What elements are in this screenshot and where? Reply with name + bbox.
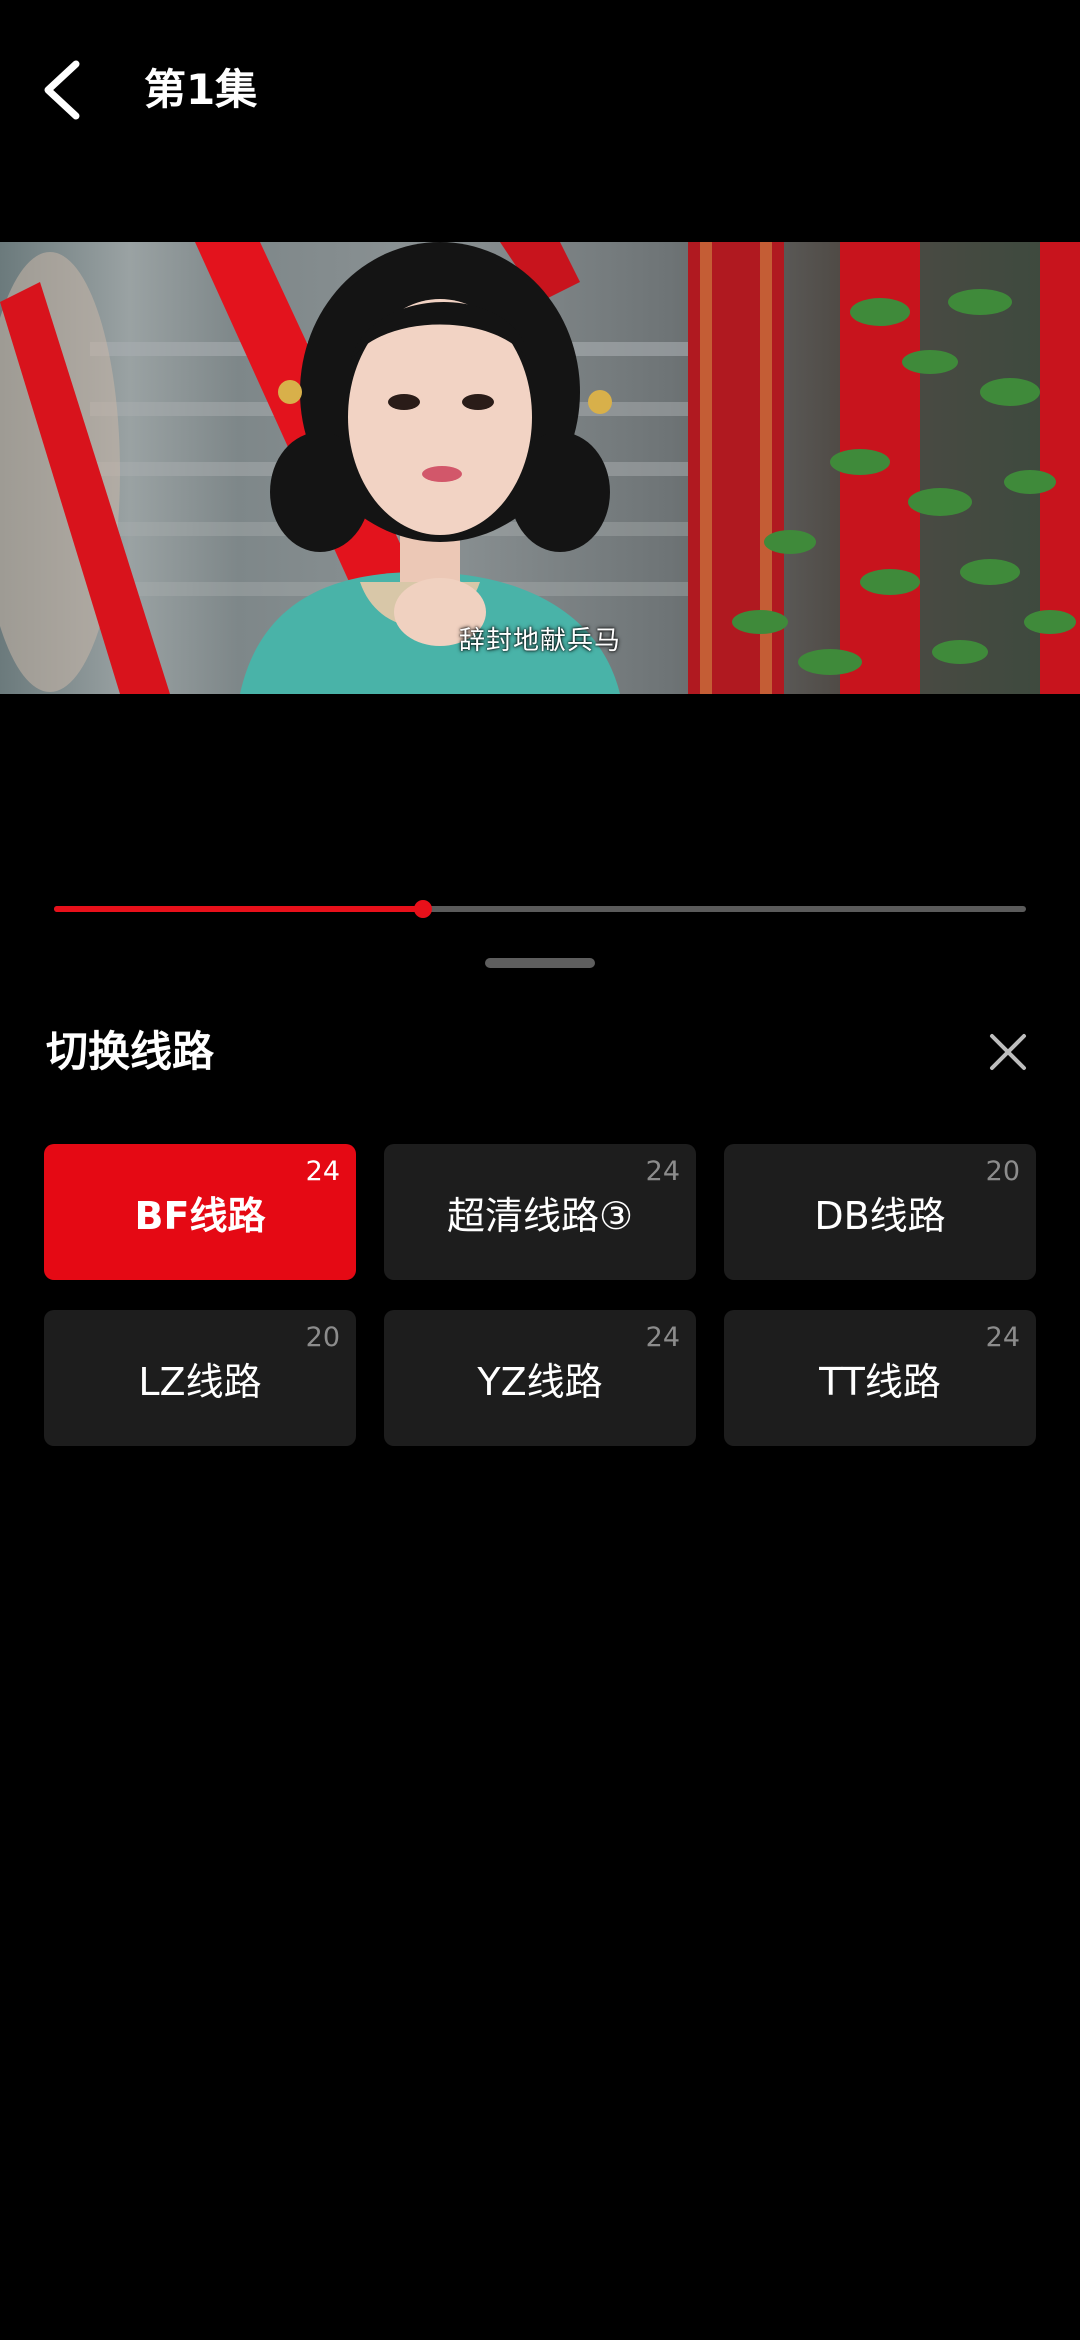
line-name: 超清线路③: [446, 1193, 634, 1238]
line-name: TT线路: [819, 1359, 941, 1404]
line-option[interactable]: LZ线路 20: [44, 1310, 356, 1446]
chevron-left-icon: [44, 60, 80, 120]
line-option[interactable]: YZ线路 24: [384, 1310, 696, 1446]
line-option[interactable]: BF线路 24: [44, 1144, 356, 1280]
line-option[interactable]: 超清线路③ 24: [384, 1144, 696, 1280]
line-name: BF线路: [134, 1193, 266, 1238]
line-name: LZ线路: [138, 1359, 262, 1404]
video-subtitle: 辞封地献兵马: [458, 626, 621, 656]
line-grid: BF线路 24 超清线路③ 24 DB线路 20 LZ线路 20 YZ线路 24…: [44, 1144, 1036, 1446]
line-count-badge: 24: [985, 1322, 1020, 1353]
progress-bar[interactable]: [54, 900, 1026, 918]
back-button[interactable]: [36, 58, 92, 122]
sheet-title: 切换线路: [46, 1027, 215, 1076]
line-option[interactable]: TT线路 24: [724, 1310, 1036, 1446]
progress-fill: [54, 906, 424, 912]
sheet-handle[interactable]: [485, 958, 595, 968]
progress-thumb[interactable]: [414, 900, 433, 918]
line-count-badge: 24: [645, 1156, 680, 1187]
close-icon: [990, 1034, 1026, 1070]
line-option[interactable]: DB线路 20: [724, 1144, 1036, 1280]
video-player[interactable]: 辞封地献兵马: [0, 242, 1080, 694]
episode-title: 第1集: [144, 65, 258, 114]
line-name: YZ线路: [477, 1359, 603, 1404]
close-button[interactable]: [984, 1028, 1032, 1076]
line-name: DB线路: [814, 1193, 946, 1238]
line-count-badge: 20: [985, 1156, 1020, 1187]
line-count-badge: 24: [645, 1322, 680, 1353]
line-count-badge: 24: [305, 1156, 340, 1187]
line-count-badge: 20: [305, 1322, 340, 1353]
